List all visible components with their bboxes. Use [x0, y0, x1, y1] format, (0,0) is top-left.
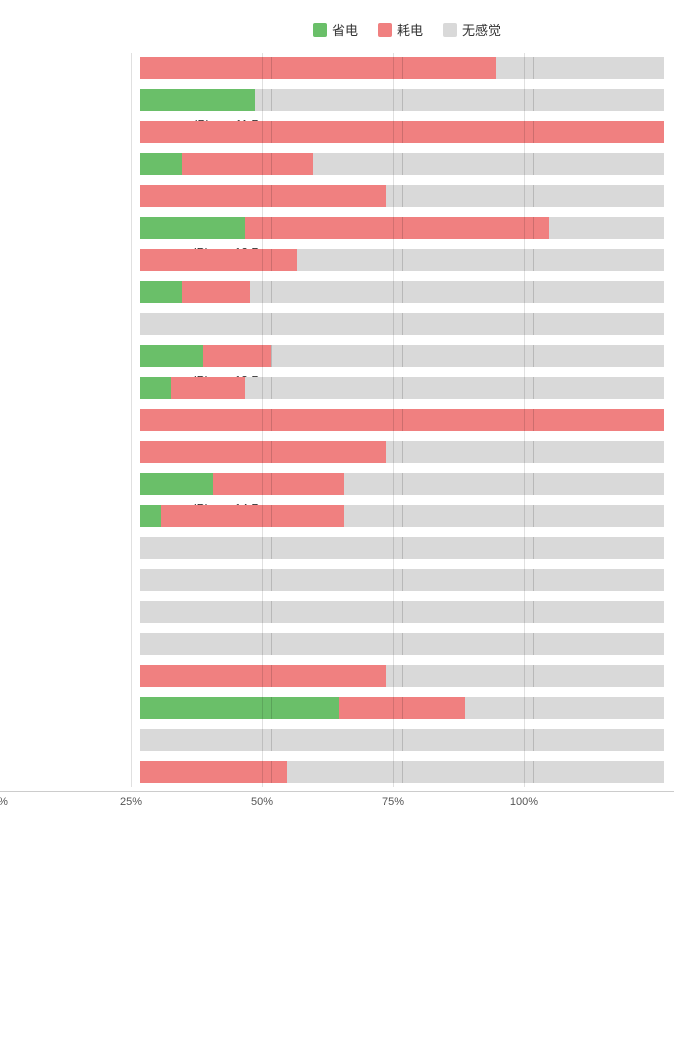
seg-drain: [245, 217, 549, 239]
seg-drain: [182, 281, 250, 303]
x-tick-label: 75%: [382, 796, 404, 808]
seg-drain: [140, 121, 664, 143]
bar-row: iPhone 13: [140, 277, 664, 307]
grid-line: [131, 53, 132, 787]
seg-save: [140, 697, 339, 719]
legend-save-label: 省电: [332, 20, 358, 39]
bar-row: iPhone 12 mini: [140, 181, 664, 211]
bar-track: [140, 537, 664, 559]
seg-save: [140, 281, 182, 303]
bar-track: [140, 473, 664, 495]
bar-track: [140, 89, 664, 111]
bar-track: [140, 441, 664, 463]
legend-neutral: 无感觉: [443, 20, 501, 39]
bar-row: iPhone SE 第2代: [140, 597, 664, 627]
bar-track: [140, 281, 664, 303]
seg-drain: [140, 441, 386, 463]
seg-drain: [140, 249, 297, 271]
legend-save-color: [313, 23, 327, 37]
bar-track: [140, 313, 664, 335]
seg-drain: [140, 761, 287, 783]
x-tick-label: 0%: [0, 796, 8, 808]
bar-row: iPhone 14: [140, 405, 664, 435]
x-axis: 0% 25% 50% 75% 100%: [0, 791, 674, 813]
seg-drain: [171, 377, 244, 399]
bar-row: iPhone SE 第3代: [140, 629, 664, 659]
bar-row: iPhone XR: [140, 693, 664, 723]
bar-track: [140, 409, 664, 431]
bar-row: iPhone 12 Pro: [140, 213, 664, 243]
seg-save: [140, 89, 255, 111]
seg-save: [140, 505, 161, 527]
bar-row: iPhone XS: [140, 725, 664, 755]
x-tick-label: 25%: [120, 796, 142, 808]
bar-track: [140, 569, 664, 591]
bar-row: iPhone 12: [140, 149, 664, 179]
bar-row: iPhone 8: [140, 533, 664, 563]
bar-row: iPhone 11 ProMax: [140, 117, 664, 147]
bar-row: iPhone 11 Pro: [140, 85, 664, 115]
bar-row: iPhone 12 ProMax: [140, 245, 664, 275]
seg-save: [140, 217, 245, 239]
x-tick-label: 100%: [510, 796, 538, 808]
bars-area: iPhone 11iPhone 11 ProiPhone 11 ProMaxiP…: [0, 53, 674, 787]
bar-track: [140, 729, 664, 751]
seg-drain: [140, 665, 386, 687]
seg-drain: [203, 345, 271, 367]
seg-save: [140, 153, 182, 175]
bar-row: iPhone 14 ProMax: [140, 501, 664, 531]
bar-track: [140, 217, 664, 239]
seg-drain: [161, 505, 344, 527]
bar-track: [140, 761, 664, 783]
bar-track: [140, 121, 664, 143]
chart-legend: 省电 耗电 无感觉: [0, 20, 674, 39]
bar-track: [140, 505, 664, 527]
legend-neutral-label: 无感觉: [462, 20, 501, 39]
bar-row: iPhone XS Max: [140, 757, 664, 787]
bar-track: [140, 601, 664, 623]
seg-drain: [182, 153, 313, 175]
bar-track: [140, 697, 664, 719]
bar-row: iPhone 13 ProMax: [140, 373, 664, 403]
seg-drain: [339, 697, 465, 719]
bar-row: iPhone 13 Pro: [140, 341, 664, 371]
bar-row: iPhone 13 mini: [140, 309, 664, 339]
bar-track: [140, 153, 664, 175]
bar-row: iPhone 14 Pro: [140, 469, 664, 499]
bar-track: [140, 633, 664, 655]
seg-save: [140, 473, 213, 495]
bar-row: iPhone 14 Plus: [140, 437, 664, 467]
seg-drain: [213, 473, 344, 495]
seg-save: [140, 345, 203, 367]
bar-row: iPhone 11: [140, 53, 664, 83]
bar-track: [140, 57, 664, 79]
bar-track: [140, 377, 664, 399]
bar-row: iPhone 8 Plus: [140, 565, 664, 595]
x-tick-label: 50%: [251, 796, 273, 808]
bar-row: iPhone X: [140, 661, 664, 691]
seg-drain: [140, 185, 386, 207]
seg-drain: [140, 409, 664, 431]
legend-neutral-color: [443, 23, 457, 37]
seg-save: [140, 377, 171, 399]
bar-track: [140, 249, 664, 271]
legend-drain: 耗电: [378, 20, 423, 39]
bar-track: [140, 665, 664, 687]
bar-track: [140, 345, 664, 367]
legend-save: 省电: [313, 20, 358, 39]
legend-drain-label: 耗电: [397, 20, 423, 39]
seg-drain: [140, 57, 496, 79]
chart-container: 省电 耗电 无感觉 iPhone 11iPhone 11 ProiPhone 1…: [0, 10, 674, 843]
bar-track: [140, 185, 664, 207]
legend-drain-color: [378, 23, 392, 37]
